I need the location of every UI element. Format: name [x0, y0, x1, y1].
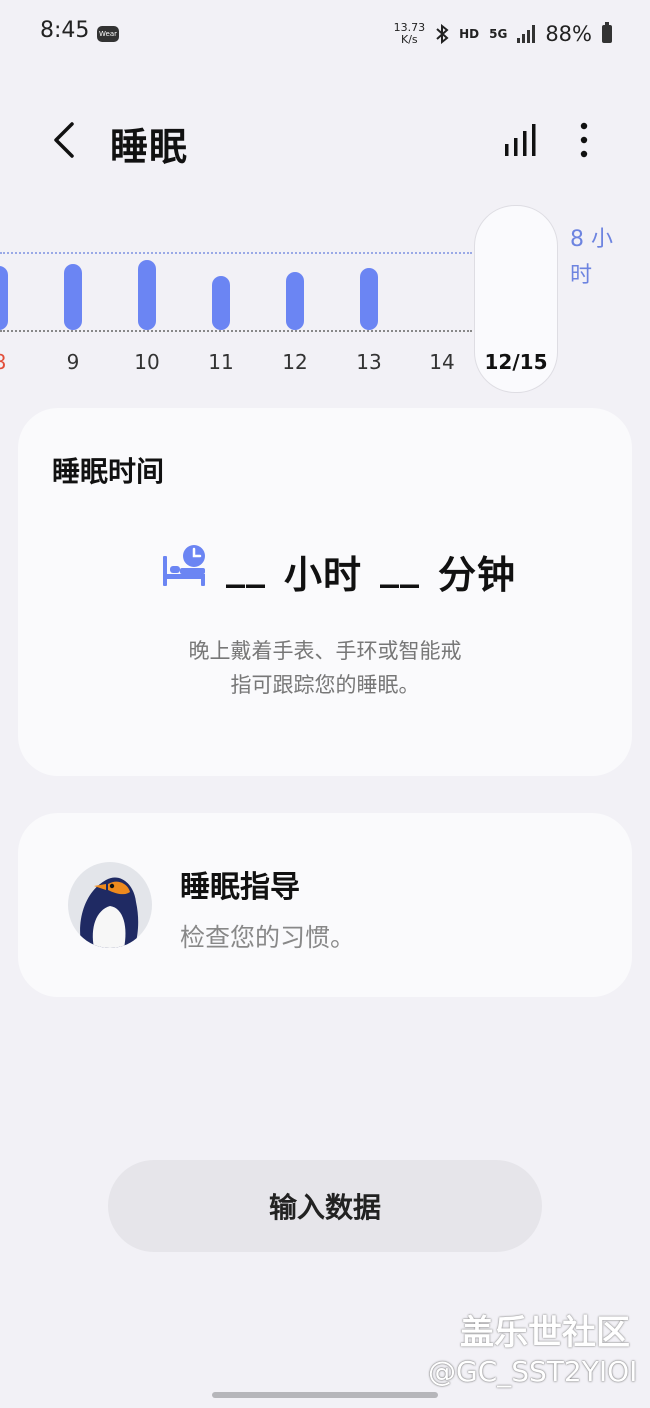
sleep-bar[interactable] [64, 264, 82, 330]
hours-value: __ [226, 544, 266, 588]
hours-unit: 小时 [284, 553, 363, 597]
watermark-brand: 盖乐世社区 [460, 1313, 630, 1353]
sleep-bar[interactable] [0, 266, 8, 330]
sleep-bar[interactable] [360, 268, 378, 330]
speed-unit: K/s [401, 33, 418, 46]
bar-chart-icon[interactable] [502, 122, 538, 158]
penguin-icon [80, 877, 139, 948]
status-icons: 13.73 K/s HD 5G 88% [394, 22, 612, 46]
battery-icon [602, 22, 612, 43]
sleep-bar[interactable] [212, 276, 230, 330]
date-tick[interactable]: 13 [349, 350, 389, 374]
sleep-bar[interactable] [138, 260, 156, 330]
sleep-bar[interactable] [286, 272, 304, 330]
back-arrow-icon[interactable] [48, 118, 82, 162]
date-tick[interactable]: 9 [53, 350, 93, 374]
minutes-value: __ [380, 544, 421, 588]
wear-icon: Wear [97, 26, 119, 42]
tracking-hint: 晚上戴着手表、手环或智能戒 指可跟踪您的睡眠。 [110, 634, 540, 702]
date-tick[interactable]: 11 [201, 350, 241, 374]
status-time: 8:45 [40, 18, 90, 43]
sleep-coaching-subtitle: 检查您的习惯。 [180, 923, 356, 952]
bluetooth-icon [436, 24, 449, 44]
goal-label: 8 小时 [570, 227, 613, 288]
minutes-unit: 分钟 [438, 553, 517, 597]
sleep-time-title: 睡眠时间 [52, 455, 165, 488]
date-tick[interactable]: 12 [275, 350, 315, 374]
page-title: 睡眠 [110, 125, 189, 169]
goal-line [0, 252, 472, 254]
signal-icon [517, 25, 536, 43]
sleep-duration: __ 小时 __ 分钟 [226, 544, 516, 599]
hd-icon: HD [459, 27, 480, 41]
home-indicator[interactable] [212, 1392, 438, 1398]
hint-line-2: 指可跟踪您的睡眠。 [230, 673, 420, 697]
date-tick[interactable]: 14 [422, 350, 462, 374]
baseline [0, 330, 472, 332]
battery-percentage: 88% [545, 22, 592, 46]
sleep-screen: 8:45 Wear 13.73 K/s HD 5G 88% 睡眠 9 10 11… [0, 0, 650, 1408]
date-tick[interactable]: 8 [0, 350, 20, 374]
sleep-coaching-title: 睡眠指导 [180, 870, 300, 905]
selected-date[interactable]: 12/15 [474, 350, 558, 374]
watermark-user: @GC_SST2YIOI [428, 1355, 638, 1388]
input-data-button[interactable]: 输入数据 [108, 1160, 542, 1252]
5g-icon: 5G [489, 27, 508, 41]
more-options-icon[interactable] [572, 120, 596, 160]
date-tick[interactable]: 10 [127, 350, 167, 374]
bed-clock-icon [163, 545, 205, 586]
hint-line-1: 晚上戴着手表、手环或智能戒 [188, 639, 462, 663]
penguin-avatar [68, 862, 152, 948]
network-speed: 13.73 K/s [394, 22, 426, 46]
